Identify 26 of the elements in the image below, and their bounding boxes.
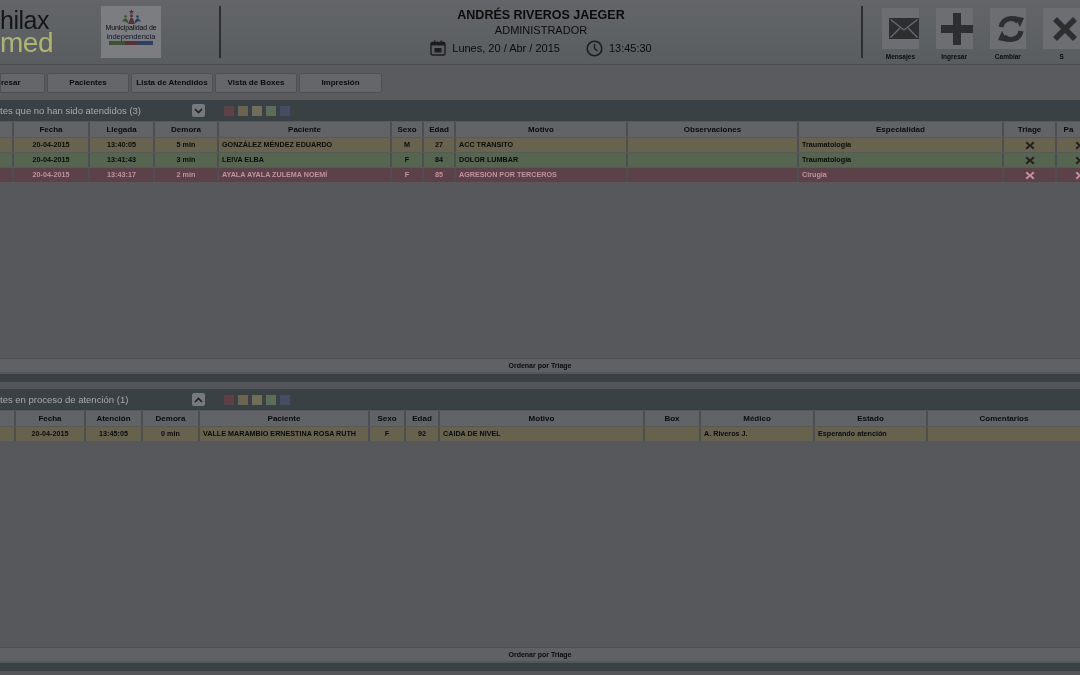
plus-icon <box>941 12 973 45</box>
section-title: tes que no han sido atendidos (3) <box>0 104 142 117</box>
logo-wordmark: med <box>0 31 53 55</box>
user-role: ADMINISTRADOR <box>494 22 588 37</box>
column-header: Comentarios <box>978 413 1030 425</box>
section-title: tes en proceso de atención (1) <box>0 393 130 406</box>
nav-tab[interactable]: Pacientes <box>47 72 129 93</box>
envelope-icon <box>888 18 919 39</box>
user-name: ANDRÉS RIVEROS JAEGER <box>457 7 625 23</box>
x-mark-icon[interactable] <box>1075 170 1080 180</box>
time-text: 13:45:30 <box>608 41 652 55</box>
date-text: Lunes, 20 / Abr / 2015 <box>452 41 560 55</box>
nav-tab[interactable]: Impresión <box>299 72 382 93</box>
logo-wordmark: hilax <box>0 9 49 31</box>
x-mark-icon[interactable] <box>1024 140 1035 150</box>
x-mark-icon[interactable] <box>1024 170 1035 180</box>
x-mark-icon[interactable] <box>1075 155 1080 165</box>
column-header: Pa <box>1062 124 1075 136</box>
x-mark-icon[interactable] <box>1024 155 1035 165</box>
clock-icon <box>585 39 603 57</box>
nav-tab[interactable]: Vista de Boxes <box>215 72 297 93</box>
x-mark-icon[interactable] <box>1075 140 1080 150</box>
nav-tab[interactable]: resar <box>0 72 45 93</box>
banner-stripe-icon <box>109 41 153 45</box>
nav-tab[interactable]: Lista de Atendidos <box>131 72 213 93</box>
calendar-icon <box>430 40 447 56</box>
